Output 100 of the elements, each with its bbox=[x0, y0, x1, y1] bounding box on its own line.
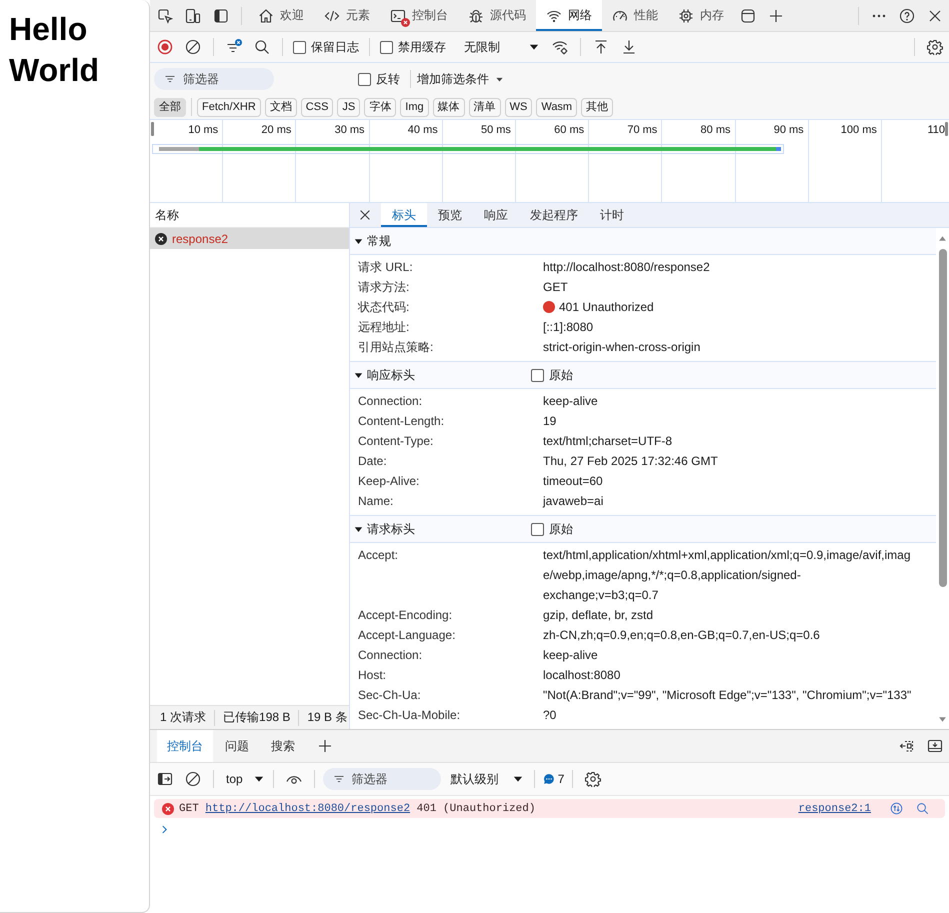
device-icon[interactable] bbox=[185, 8, 201, 24]
upload-icon[interactable] bbox=[593, 39, 609, 55]
type-filter-chip[interactable]: 全部 bbox=[154, 98, 186, 116]
header-value: timeout=60 bbox=[543, 473, 604, 490]
dock-bottom-icon[interactable] bbox=[927, 738, 943, 754]
drawer-tab[interactable]: 控制台 bbox=[157, 730, 213, 762]
option-label[interactable]: 禁用缓存 bbox=[398, 38, 446, 56]
drawer-tab[interactable]: 搜索 bbox=[261, 730, 305, 762]
close-icon[interactable] bbox=[358, 208, 372, 222]
header-value: [::1]:8080 bbox=[543, 319, 594, 336]
header-value: GET bbox=[543, 279, 569, 296]
plus-icon[interactable] bbox=[317, 738, 333, 754]
help-icon[interactable] bbox=[899, 8, 915, 24]
raw-label[interactable]: 原始 bbox=[549, 366, 573, 384]
type-filter-chip[interactable]: 文档 bbox=[264, 98, 297, 116]
message-text: GET http://localhost:8080/response2 401 (Unauthorized) bbox=[179, 802, 536, 814]
detail-tab[interactable]: 标头 bbox=[381, 203, 427, 227]
scroll-up-arrow-icon[interactable] bbox=[938, 234, 947, 243]
type-filter-chip[interactable]: 其他 bbox=[581, 98, 614, 116]
clear-icon[interactable] bbox=[185, 771, 201, 787]
type-filter-chip[interactable]: 字体 bbox=[364, 98, 396, 116]
network-conditions-icon[interactable] bbox=[552, 39, 568, 55]
timeline-tick-label: 80 ms bbox=[700, 124, 730, 136]
range-handle[interactable] bbox=[945, 122, 948, 136]
detail-tab[interactable]: 发起程序 bbox=[519, 203, 589, 227]
checkbox[interactable] bbox=[293, 40, 306, 54]
checkbox[interactable] bbox=[531, 368, 544, 382]
close-icon[interactable] bbox=[927, 8, 943, 24]
type-filter-chip[interactable]: 清单 bbox=[468, 98, 501, 116]
scroll-down-arrow-icon[interactable] bbox=[938, 715, 947, 724]
log-level-dropdown[interactable]: 默认级别 bbox=[450, 770, 524, 788]
context-dropdown[interactable]: top bbox=[226, 772, 265, 786]
tool-tab[interactable]: 欢迎 bbox=[248, 0, 314, 31]
inspect-icon[interactable] bbox=[157, 8, 173, 24]
scrollbar-thumb[interactable] bbox=[938, 249, 946, 587]
drawer-tab[interactable]: 问题 bbox=[215, 730, 259, 762]
arrows-circle-icon[interactable] bbox=[890, 802, 903, 815]
move-panel-icon[interactable] bbox=[899, 738, 915, 754]
source-link[interactable]: response2:1 bbox=[798, 802, 871, 814]
type-filter-chip[interactable]: Fetch/XHR bbox=[197, 98, 261, 116]
timeline-tick-label: 110 bbox=[927, 124, 945, 136]
timeline-tick-label: 100 ms bbox=[840, 124, 877, 136]
checkbox[interactable] bbox=[358, 72, 371, 86]
type-filter-chip[interactable]: Wasm bbox=[536, 98, 578, 116]
header-name: 远程地址: bbox=[358, 319, 410, 336]
throttling-dropdown[interactable]: 无限制 bbox=[464, 38, 540, 56]
tool-tab[interactable]: 控制台 bbox=[380, 0, 458, 31]
section-header[interactable]: 请求标头 bbox=[354, 520, 531, 538]
header-value: 401 Unauthorized bbox=[559, 299, 655, 316]
tool-tab[interactable]: 源代码 bbox=[458, 0, 536, 31]
header-name: Host: bbox=[358, 667, 388, 684]
sidebar-icon[interactable] bbox=[157, 771, 173, 787]
filter-field[interactable]: 筛选器 bbox=[154, 68, 274, 90]
tool-tab[interactable]: 元素 bbox=[314, 0, 380, 31]
header-name: Sec-Ch-Ua-Mobile: bbox=[358, 707, 462, 724]
header-value: localhost:8080 bbox=[543, 667, 622, 684]
option-label[interactable]: 保留日志 bbox=[311, 38, 359, 56]
invert-label[interactable]: 反转 bbox=[376, 70, 400, 88]
download-icon[interactable] bbox=[621, 39, 637, 55]
type-filter-chip[interactable]: WS bbox=[504, 98, 532, 116]
request-link[interactable]: http://localhost:8080/response2 bbox=[205, 802, 410, 814]
raw-label[interactable]: 原始 bbox=[549, 520, 573, 538]
request-row[interactable]: response2 bbox=[150, 228, 349, 249]
filter-icon bbox=[332, 773, 345, 785]
timeline-tick-label: 20 ms bbox=[261, 124, 292, 136]
record-icon[interactable] bbox=[157, 39, 173, 55]
tool-tab[interactable]: 网络 bbox=[536, 0, 602, 31]
window-icon[interactable] bbox=[740, 8, 756, 24]
header-value: Thu, 27 Feb 2025 17:32:46 GMT bbox=[543, 453, 719, 470]
type-filter-chip[interactable]: 媒体 bbox=[432, 98, 465, 116]
filter-field[interactable]: 筛选器 bbox=[322, 768, 441, 790]
detail-tab[interactable]: 预览 bbox=[427, 203, 473, 227]
section-header[interactable]: 响应标头 bbox=[354, 366, 531, 384]
tool-tab[interactable]: 性能 bbox=[602, 0, 668, 31]
clear-icon[interactable] bbox=[185, 39, 201, 55]
search-icon[interactable] bbox=[254, 39, 270, 55]
plus-icon[interactable] bbox=[768, 8, 784, 24]
header-name: 引用站点策略: bbox=[358, 339, 434, 356]
checkbox[interactable] bbox=[380, 40, 393, 54]
header-value: "Not(A:Brand";v="99", "Microsoft Edge";v="133", "Chromium";v="133" bbox=[543, 687, 912, 704]
checkbox[interactable] bbox=[531, 522, 544, 536]
page-heading: Hello World bbox=[8, 10, 100, 90]
detail-tab[interactable]: 响应 bbox=[473, 203, 519, 227]
type-filter-chip[interactable]: CSS bbox=[300, 98, 334, 116]
type-filter-chip[interactable]: Img bbox=[400, 98, 429, 116]
filter-icon[interactable] bbox=[226, 39, 242, 55]
header-name: Connection: bbox=[358, 393, 424, 410]
type-filter-chip[interactable]: JS bbox=[337, 98, 360, 116]
dock-side-icon[interactable] bbox=[213, 8, 229, 24]
settings-icon[interactable] bbox=[585, 771, 602, 787]
header-value: ?0 bbox=[543, 707, 558, 724]
detail-tab[interactable]: 计时 bbox=[589, 203, 635, 227]
message-count[interactable]: 7 bbox=[542, 772, 564, 786]
add-filter-dropdown[interactable]: 增加筛选条件 bbox=[417, 70, 504, 88]
status-text: 19 B 条 bbox=[307, 709, 348, 726]
tool-tab[interactable]: 内存 bbox=[668, 0, 734, 31]
range-handle[interactable] bbox=[151, 122, 154, 136]
section-header[interactable]: 常规 bbox=[354, 232, 531, 250]
settings-icon[interactable] bbox=[927, 39, 943, 55]
header-value: text/html;charset=UTF-8 bbox=[543, 433, 674, 450]
